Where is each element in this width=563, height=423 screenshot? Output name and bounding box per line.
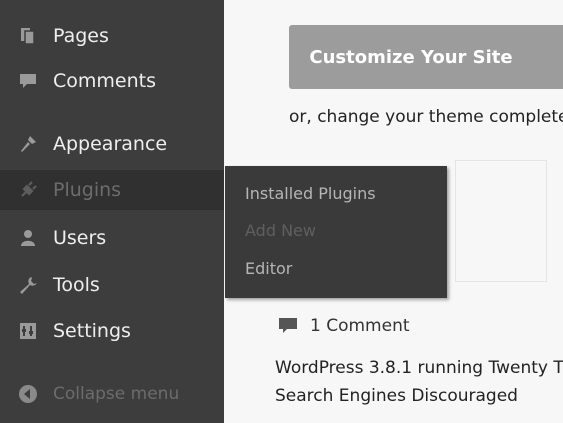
- collapse-menu-button[interactable]: Collapse menu: [0, 374, 224, 414]
- collapse-icon: [17, 383, 39, 405]
- sidebar-item-label: Pages: [53, 25, 109, 47]
- admin-sidebar: Pages Comments Appearance Plugins Users …: [0, 0, 224, 423]
- comment-bubble-icon: [278, 317, 298, 335]
- collapse-menu-label: Collapse menu: [53, 384, 180, 404]
- submenu-editor[interactable]: Editor: [245, 259, 292, 278]
- sidebar-item-tools[interactable]: Tools: [0, 265, 224, 305]
- comments-count-link[interactable]: 1 Comment: [278, 316, 410, 336]
- sidebar-item-label: Settings: [53, 320, 131, 342]
- background-widget-outline: [455, 160, 547, 282]
- sidebar-item-plugins[interactable]: Plugins: [0, 170, 224, 210]
- plugins-icon: [17, 179, 39, 201]
- pages-icon: [17, 25, 39, 47]
- sidebar-item-label: Comments: [53, 70, 156, 92]
- appearance-icon: [17, 133, 39, 155]
- comments-icon: [17, 70, 39, 92]
- sidebar-item-label: Users: [53, 227, 107, 249]
- sidebar-item-label: Appearance: [53, 133, 168, 155]
- plugins-submenu: Installed Plugins Add New Editor: [225, 166, 447, 298]
- sidebar-item-label: Plugins: [53, 179, 122, 201]
- wordpress-version-text: WordPress 3.8.1 running Twenty Th: [275, 358, 563, 378]
- settings-icon: [17, 320, 39, 342]
- sidebar-item-appearance[interactable]: Appearance: [0, 124, 224, 164]
- customize-site-label: Customize Your Site: [309, 46, 513, 68]
- sidebar-item-comments[interactable]: Comments: [0, 61, 224, 101]
- sidebar-item-label: Tools: [53, 274, 100, 296]
- comments-count-label: 1 Comment: [310, 316, 410, 336]
- submenu-installed-plugins[interactable]: Installed Plugins: [245, 184, 376, 203]
- sidebar-item-users[interactable]: Users: [0, 218, 224, 258]
- sidebar-item-pages[interactable]: Pages: [0, 16, 224, 56]
- search-engines-status[interactable]: Search Engines Discouraged: [275, 386, 518, 406]
- users-icon: [17, 227, 39, 249]
- submenu-add-new[interactable]: Add New: [245, 221, 316, 240]
- customize-site-button[interactable]: Customize Your Site: [289, 25, 563, 89]
- change-theme-text[interactable]: or, change your theme completely: [289, 107, 563, 127]
- tools-icon: [17, 274, 39, 296]
- sidebar-item-settings[interactable]: Settings: [0, 311, 224, 351]
